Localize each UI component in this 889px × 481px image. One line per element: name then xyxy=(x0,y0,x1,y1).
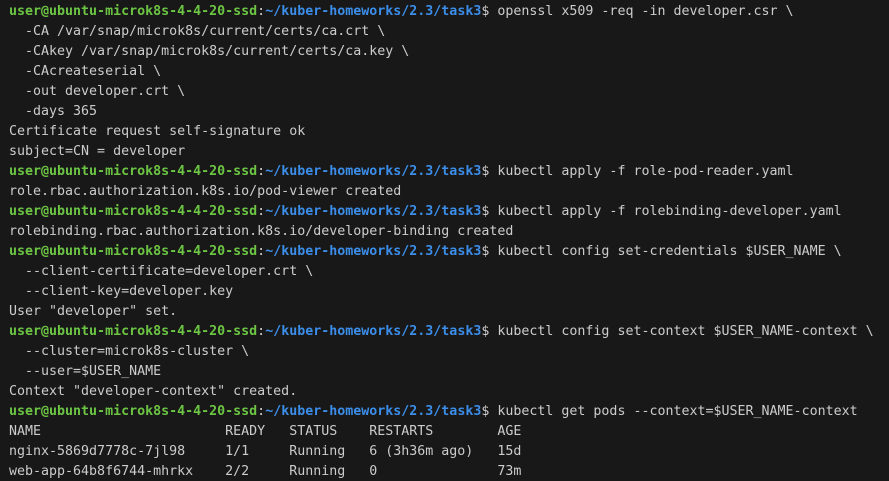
output-text: rolebinding.rbac.authorization.k8s.io/de… xyxy=(9,224,514,239)
output-line: -out developer.crt \ xyxy=(9,82,889,102)
prompt-colon: : xyxy=(257,404,266,419)
command-text: openssl x509 -req -in developer.csr \ xyxy=(497,4,794,19)
prompt-dollar: $ xyxy=(481,4,498,19)
output-line: --user=$USER_NAME xyxy=(9,362,889,382)
output-line: Certificate request self-signature ok xyxy=(9,122,889,142)
output-line: -CAcreateserial \ xyxy=(9,62,889,82)
command-text: kubectl config set-context $USER_NAME-co… xyxy=(497,324,874,339)
prompt-line: user@ubuntu-microk8s-4-4-20-ssd:~/kuber-… xyxy=(9,162,889,182)
prompt-path: ~/kuber-homeworks/2.3/task3 xyxy=(265,164,482,179)
prompt-user-host: user@ubuntu-microk8s-4-4-20-ssd xyxy=(9,324,258,339)
output-line: rolebinding.rbac.authorization.k8s.io/de… xyxy=(9,222,889,242)
output-line: role.rbac.authorization.k8s.io/pod-viewe… xyxy=(9,182,889,202)
output-line: Context "developer-context" created. xyxy=(9,382,889,402)
prompt-colon: : xyxy=(257,324,266,339)
prompt-line: user@ubuntu-microk8s-4-4-20-ssd:~/kuber-… xyxy=(9,2,889,22)
output-line: User "developer" set. xyxy=(9,302,889,322)
prompt-colon: : xyxy=(257,204,266,219)
output-text: subject=CN = developer xyxy=(9,144,186,159)
output-text: User "developer" set. xyxy=(9,304,178,319)
output-text: -CA /var/snap/microk8s/current/certs/ca.… xyxy=(9,24,386,39)
output-line: --client-key=developer.key xyxy=(9,282,889,302)
prompt-colon: : xyxy=(257,164,266,179)
prompt-path: ~/kuber-homeworks/2.3/task3 xyxy=(265,4,482,19)
prompt-path: ~/kuber-homeworks/2.3/task3 xyxy=(265,324,482,339)
output-line: --client-certificate=developer.crt \ xyxy=(9,262,889,282)
prompt-dollar: $ xyxy=(481,324,498,339)
output-line: --cluster=microk8s-cluster \ xyxy=(9,342,889,362)
prompt-user-host: user@ubuntu-microk8s-4-4-20-ssd xyxy=(9,4,258,19)
prompt-path: ~/kuber-homeworks/2.3/task3 xyxy=(265,404,482,419)
prompt-user-host: user@ubuntu-microk8s-4-4-20-ssd xyxy=(9,204,258,219)
terminal-window[interactable]: user@ubuntu-microk8s-4-4-20-ssd:~/kuber-… xyxy=(0,0,889,481)
output-line: web-app-64b8f6744-mhrkx 2/2 Running 0 73… xyxy=(9,462,889,481)
output-text: NAME READY STATUS RESTARTS AGE xyxy=(9,424,522,439)
prompt-user-host: user@ubuntu-microk8s-4-4-20-ssd xyxy=(9,404,258,419)
prompt-line: user@ubuntu-microk8s-4-4-20-ssd:~/kuber-… xyxy=(9,202,889,222)
prompt-dollar: $ xyxy=(481,204,498,219)
output-text: --user=$USER_NAME xyxy=(9,364,162,379)
prompt-dollar: $ xyxy=(481,244,498,259)
output-text: -CAcreateserial \ xyxy=(9,64,162,79)
prompt-line: user@ubuntu-microk8s-4-4-20-ssd:~/kuber-… xyxy=(9,402,889,422)
output-text: -out developer.crt \ xyxy=(9,84,186,99)
command-text: kubectl apply -f rolebinding-developer.y… xyxy=(497,204,842,219)
prompt-colon: : xyxy=(257,244,266,259)
output-text: --cluster=microk8s-cluster \ xyxy=(9,344,250,359)
output-text: nginx-5869d7778c-7jl98 1/1 Running 6 (3h… xyxy=(9,444,522,459)
prompt-user-host: user@ubuntu-microk8s-4-4-20-ssd xyxy=(9,164,258,179)
command-text: kubectl apply -f role-pod-reader.yaml xyxy=(497,164,794,179)
output-text: web-app-64b8f6744-mhrkx 2/2 Running 0 73… xyxy=(9,464,522,479)
output-text: --client-certificate=developer.crt \ xyxy=(9,264,314,279)
prompt-line: user@ubuntu-microk8s-4-4-20-ssd:~/kuber-… xyxy=(9,242,889,262)
prompt-path: ~/kuber-homeworks/2.3/task3 xyxy=(265,204,482,219)
prompt-colon: : xyxy=(257,4,266,19)
prompt-path: ~/kuber-homeworks/2.3/task3 xyxy=(265,244,482,259)
command-text: kubectl get pods --context=$USER_NAME-co… xyxy=(497,404,858,419)
prompt-dollar: $ xyxy=(481,164,498,179)
output-text: role.rbac.authorization.k8s.io/pod-viewe… xyxy=(9,184,402,199)
output-text: -days 365 xyxy=(9,104,98,119)
output-text: --client-key=developer.key xyxy=(9,284,234,299)
output-line: subject=CN = developer xyxy=(9,142,889,162)
output-text: Context "developer-context" created. xyxy=(9,384,298,399)
output-line: nginx-5869d7778c-7jl98 1/1 Running 6 (3h… xyxy=(9,442,889,462)
output-text: Certificate request self-signature ok xyxy=(9,124,306,139)
prompt-dollar: $ xyxy=(481,404,498,419)
command-text: kubectl config set-credentials $USER_NAM… xyxy=(497,244,842,259)
prompt-user-host: user@ubuntu-microk8s-4-4-20-ssd xyxy=(9,244,258,259)
prompt-line: user@ubuntu-microk8s-4-4-20-ssd:~/kuber-… xyxy=(9,322,889,342)
output-line: -CAkey /var/snap/microk8s/current/certs/… xyxy=(9,42,889,62)
output-line: -CA /var/snap/microk8s/current/certs/ca.… xyxy=(9,22,889,42)
output-line: NAME READY STATUS RESTARTS AGE xyxy=(9,422,889,442)
output-text: -CAkey /var/snap/microk8s/current/certs/… xyxy=(9,44,410,59)
output-line: -days 365 xyxy=(9,102,889,122)
